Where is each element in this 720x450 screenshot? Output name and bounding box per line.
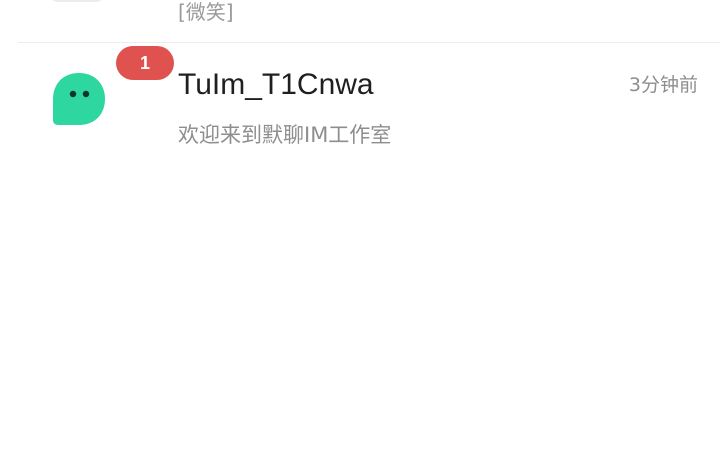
conversation-preview: 欢迎来到默聊IM工作室 bbox=[178, 123, 392, 147]
avatar bbox=[51, 71, 107, 127]
conversation-time: 3分钟前 bbox=[628, 74, 698, 96]
conversation-name: TuIm_T1Cnwa bbox=[178, 68, 374, 101]
conversation-item[interactable]: 1 TuIm_T1Cnwa 3分钟前 欢迎来到默聊IM工作室 bbox=[0, 43, 720, 161]
conversation-item[interactable]: [微笑] bbox=[0, 0, 720, 42]
conversation-list: [微笑] 1 TuIm_T1Cnwa 3分钟前 欢迎来到默聊IM工作室 bbox=[0, 0, 720, 450]
unread-badge: 1 bbox=[116, 46, 174, 80]
avatar bbox=[50, 0, 104, 2]
conversation-preview: [微笑] bbox=[178, 0, 234, 24]
list-empty-area bbox=[0, 161, 720, 450]
chat-bubble-face-icon bbox=[53, 73, 105, 125]
